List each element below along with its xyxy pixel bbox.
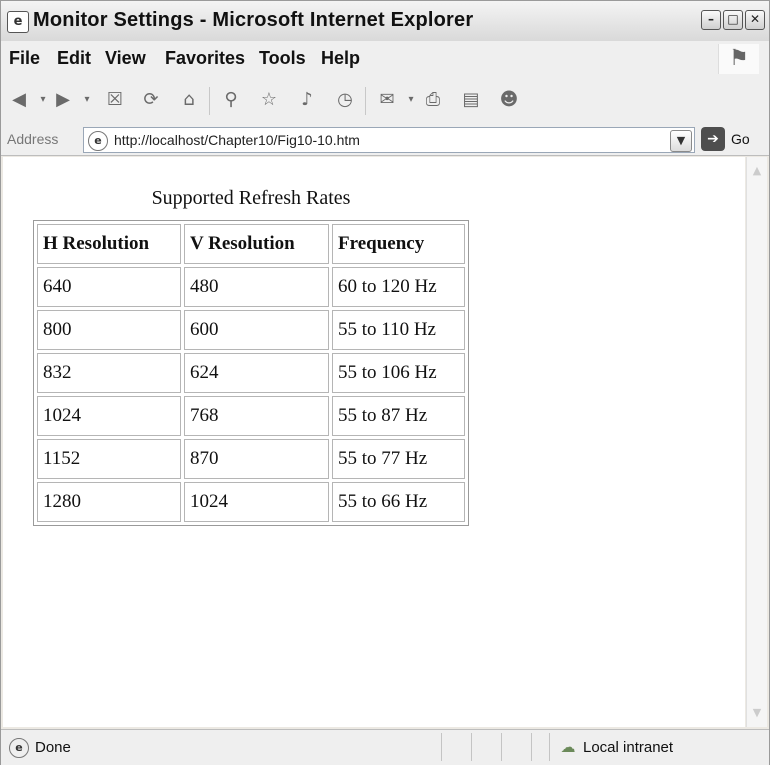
cell-frequency: 55 to 87 Hz xyxy=(332,396,465,436)
cell-h-resolution: 832 xyxy=(37,353,181,393)
forward-icon[interactable]: ▶ xyxy=(51,88,75,112)
address-dropdown-icon[interactable]: ▼ xyxy=(670,130,692,152)
cell-v-resolution: 1024 xyxy=(184,482,329,522)
address-url: http://localhost/Chapter10/Fig10-10.htm xyxy=(114,132,360,148)
status-text: Done xyxy=(35,739,71,756)
table-row: 1280 1024 55 to 66 Hz xyxy=(37,482,465,522)
browser-window: e Monitor Settings - Microsoft Internet … xyxy=(0,0,770,765)
minimize-button[interactable]: – xyxy=(701,10,721,30)
header-h-resolution: H Resolution xyxy=(37,224,181,264)
security-zone-label: Local intranet xyxy=(583,739,674,756)
refresh-rates-table: H Resolution V Resolution Frequency 640 … xyxy=(33,220,469,526)
address-bar: Address e http://localhost/Chapter10/Fig… xyxy=(1,123,769,156)
status-separator xyxy=(441,733,442,761)
cell-h-resolution: 1152 xyxy=(37,439,181,479)
back-icon[interactable]: ◀ xyxy=(7,88,31,112)
header-frequency: Frequency xyxy=(332,224,465,264)
go-button[interactable]: Go xyxy=(731,131,750,147)
home-icon[interactable]: ⌂ xyxy=(177,88,201,112)
menu-file[interactable]: File xyxy=(9,48,40,69)
cell-h-resolution: 1024 xyxy=(37,396,181,436)
status-separator xyxy=(501,733,502,761)
mail-dropdown-icon[interactable]: ▾ xyxy=(399,88,423,112)
cell-frequency: 55 to 106 Hz xyxy=(332,353,465,393)
toolbar-separator xyxy=(209,87,210,115)
table-header-row: H Resolution V Resolution Frequency xyxy=(37,224,465,264)
menu-view[interactable]: View xyxy=(105,48,146,69)
menu-help[interactable]: Help xyxy=(321,48,360,69)
table-row: 800 600 55 to 110 Hz xyxy=(37,310,465,350)
page-content: Supported Refresh Rates H Resolution V R… xyxy=(3,157,745,727)
toolbar-separator xyxy=(365,87,366,115)
stop-icon[interactable]: ☒ xyxy=(103,88,127,112)
cell-v-resolution: 480 xyxy=(184,267,329,307)
cell-frequency: 60 to 120 Hz xyxy=(332,267,465,307)
cell-h-resolution: 800 xyxy=(37,310,181,350)
history-icon[interactable]: ◷ xyxy=(333,88,357,112)
cell-v-resolution: 624 xyxy=(184,353,329,393)
vertical-scrollbar[interactable]: ▲ ▼ xyxy=(746,157,767,727)
refresh-rates-container: Supported Refresh Rates H Resolution V R… xyxy=(33,187,469,526)
maximize-button[interactable]: □ xyxy=(723,10,743,30)
title-bar: e Monitor Settings - Microsoft Internet … xyxy=(1,1,769,42)
cell-frequency: 55 to 66 Hz xyxy=(332,482,465,522)
menu-favorites[interactable]: Favorites xyxy=(165,48,245,69)
scroll-up-icon[interactable]: ▲ xyxy=(747,161,767,181)
local-intranet-icon: ☁ xyxy=(560,738,576,756)
table-row: 832 624 55 to 106 Hz xyxy=(37,353,465,393)
toolbar: ◀ ▾ ▶ ▾ ☒ ⟳ ⌂ ⚲ ☆ ♪ ◷ ✉ ▾ ⎙ ▤ ☻ xyxy=(1,77,769,124)
page-status-icon: e xyxy=(9,738,29,758)
edit-icon[interactable]: ▤ xyxy=(459,88,483,112)
cell-v-resolution: 768 xyxy=(184,396,329,436)
search-icon[interactable]: ⚲ xyxy=(219,88,243,112)
scroll-down-icon[interactable]: ▼ xyxy=(747,703,767,723)
media-icon[interactable]: ♪ xyxy=(295,88,319,112)
menu-bar: File Edit View Favorites Tools Help ⚑ xyxy=(1,41,769,78)
refresh-icon[interactable]: ⟳ xyxy=(139,88,163,112)
table-row: 640 480 60 to 120 Hz xyxy=(37,267,465,307)
ie-logo-icon: e xyxy=(7,11,29,33)
table-caption: Supported Refresh Rates xyxy=(151,187,351,209)
cell-v-resolution: 600 xyxy=(184,310,329,350)
go-arrow-icon[interactable]: ➔ xyxy=(701,127,725,151)
status-bar: e Done ☁ Local intranet xyxy=(1,729,769,765)
cell-h-resolution: 640 xyxy=(37,267,181,307)
table-row: 1152 870 55 to 77 Hz xyxy=(37,439,465,479)
address-input[interactable]: e http://localhost/Chapter10/Fig10-10.ht… xyxy=(83,127,695,153)
status-separator xyxy=(549,733,550,761)
header-v-resolution: V Resolution xyxy=(184,224,329,264)
page-icon: e xyxy=(88,131,108,151)
status-separator xyxy=(471,733,472,761)
cell-frequency: 55 to 77 Hz xyxy=(332,439,465,479)
address-label: Address xyxy=(7,131,59,147)
mail-icon[interactable]: ✉ xyxy=(375,88,399,112)
print-icon[interactable]: ⎙ xyxy=(421,88,445,112)
messenger-icon[interactable]: ☻ xyxy=(497,88,521,112)
window-title: Monitor Settings - Microsoft Internet Ex… xyxy=(33,9,474,31)
favorites-icon[interactable]: ☆ xyxy=(257,88,281,112)
menu-tools[interactable]: Tools xyxy=(259,48,306,69)
cell-v-resolution: 870 xyxy=(184,439,329,479)
windows-flag-icon: ⚑ xyxy=(718,44,759,74)
forward-dropdown-icon[interactable]: ▾ xyxy=(75,88,99,112)
menu-edit[interactable]: Edit xyxy=(57,48,91,69)
status-separator xyxy=(531,733,532,761)
cell-frequency: 55 to 110 Hz xyxy=(332,310,465,350)
table-row: 1024 768 55 to 87 Hz xyxy=(37,396,465,436)
cell-h-resolution: 1280 xyxy=(37,482,181,522)
close-button[interactable]: ✕ xyxy=(745,10,765,30)
